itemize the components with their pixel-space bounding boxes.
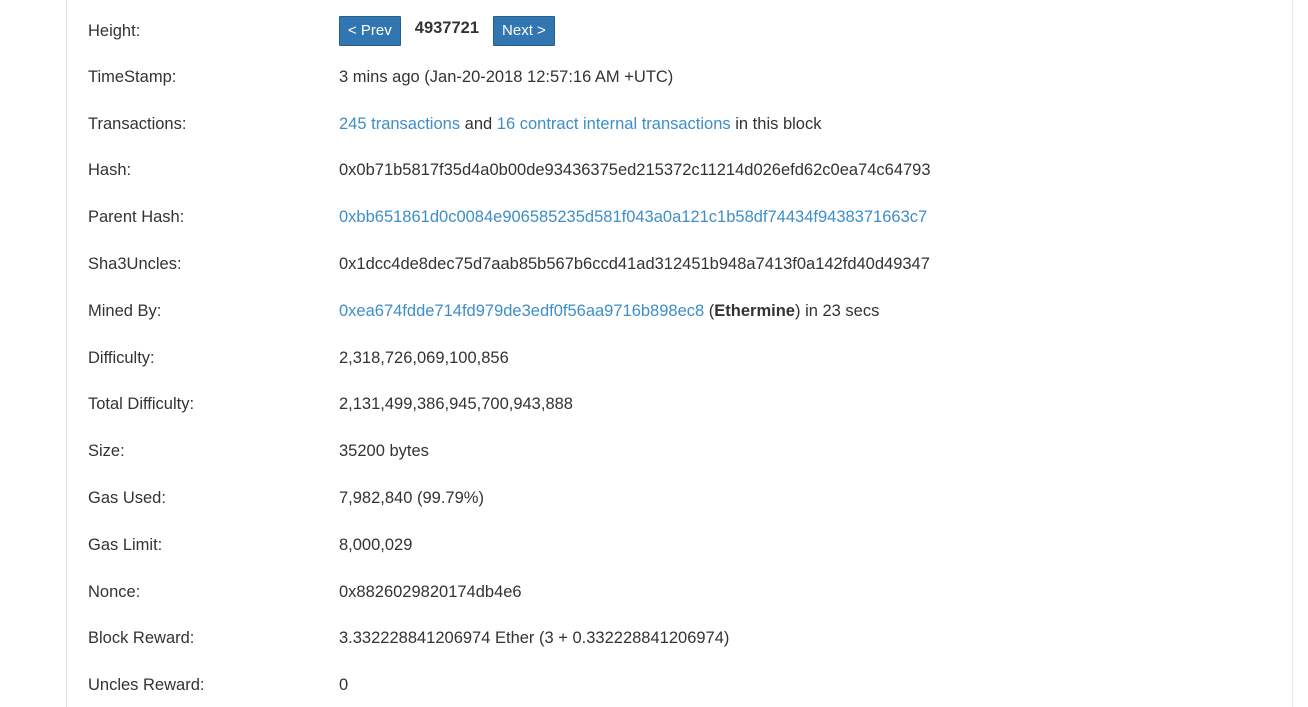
parent-hash-label: Parent Hash:	[88, 208, 185, 227]
nonce-value: 0x8826029820174db4e6	[339, 582, 522, 601]
size-label: Size:	[88, 442, 125, 461]
uncles-reward-label: Uncles Reward:	[88, 676, 205, 695]
miner-name: Ethermine	[714, 301, 795, 320]
gas-limit-value: 8,000,029	[339, 535, 413, 554]
row-gas-limit: Gas Limit: 8,000,029	[88, 522, 1278, 569]
internal-transactions-link[interactable]: 16 contract internal transactions	[497, 115, 731, 133]
hash-value: 0x0b71b5817f35d4a0b00de93436375ed215372c…	[339, 161, 931, 180]
sha3uncles-value: 0x1dcc4de8dec75d7aab85b567b6ccd41ad31245…	[339, 255, 930, 274]
next-block-button[interactable]: Next >	[493, 16, 555, 46]
mined-by-label: Mined By:	[88, 301, 162, 320]
transactions-label: Transactions:	[88, 114, 187, 133]
block-height-number: 4937721	[414, 18, 480, 37]
row-height: Height: < Prev 4937721 Next >	[88, 8, 1278, 54]
row-hash: Hash: 0x0b71b5817f35d4a0b00de93436375ed2…	[88, 148, 1278, 195]
transactions-suffix: in this block	[730, 114, 822, 133]
gas-limit-label: Gas Limit:	[88, 535, 163, 554]
row-uncles-reward: Uncles Reward: 0	[88, 662, 1278, 707]
row-gas-used: Gas Used: 7,982,840 (99.79%)	[88, 475, 1278, 522]
total-difficulty-value: 2,131,499,386,945,700,943,888	[339, 395, 573, 414]
timestamp-value: 3 mins ago (Jan-20-2018 12:57:16 AM +UTC…	[339, 67, 674, 86]
miner-address-link[interactable]: 0xea674fdde714fd979de3edf0f56aa9716b898e…	[339, 302, 704, 320]
gas-used-value: 7,982,840 (99.79%)	[339, 489, 484, 508]
total-difficulty-label: Total Difficulty:	[88, 395, 195, 414]
block-reward-value: 3.332228841206974 Ether (3 + 0.332228841…	[339, 629, 730, 648]
row-difficulty: Difficulty: 2,318,726,069,100,856	[88, 335, 1278, 382]
mined-by-value: 0xea674fdde714fd979de3edf0f56aa9716b898e…	[339, 302, 879, 321]
left-border	[66, 0, 67, 707]
height-value-cell: < Prev 4937721 Next >	[339, 16, 555, 46]
timestamp-label: TimeStamp:	[88, 67, 177, 86]
block-details-table: Height: < Prev 4937721 Next > TimeStamp: 3…	[88, 8, 1278, 707]
transactions-and-text: and	[460, 114, 497, 133]
nonce-label: Nonce:	[88, 582, 141, 601]
right-border	[1292, 0, 1293, 707]
row-block-reward: Block Reward: 3.332228841206974 Ether (3…	[88, 616, 1278, 663]
difficulty-value: 2,318,726,069,100,856	[339, 348, 509, 367]
block-reward-label: Block Reward:	[88, 629, 195, 648]
row-total-difficulty: Total Difficulty: 2,131,499,386,945,700,…	[88, 382, 1278, 429]
difficulty-label: Difficulty:	[88, 348, 155, 367]
block-details-page: Height: < Prev 4937721 Next > TimeStamp: 3…	[0, 0, 1308, 707]
transactions-value: 245 transactions and 16 contract interna…	[339, 115, 821, 134]
row-parent-hash: Parent Hash: 0xbb651861d0c0084e906585235…	[88, 194, 1278, 241]
sha3uncles-label: Sha3Uncles:	[88, 255, 182, 274]
prev-block-button[interactable]: < Prev	[339, 16, 401, 46]
parent-hash-value-cell: 0xbb651861d0c0084e906585235d581f043a0a12…	[339, 208, 927, 227]
row-mined-by: Mined By: 0xea674fdde714fd979de3edf0f56a…	[88, 288, 1278, 335]
parent-hash-link[interactable]: 0xbb651861d0c0084e906585235d581f043a0a12…	[339, 208, 927, 226]
row-transactions: Transactions: 245 transactions and 16 co…	[88, 101, 1278, 148]
miner-open-paren: (	[704, 301, 715, 320]
uncles-reward-value: 0	[339, 676, 349, 695]
row-nonce: Nonce: 0x8826029820174db4e6	[88, 569, 1278, 616]
hash-label: Hash:	[88, 161, 132, 180]
mined-by-suffix: ) in 23 secs	[794, 301, 880, 320]
transactions-link[interactable]: 245 transactions	[339, 115, 460, 133]
gas-used-label: Gas Used:	[88, 489, 166, 508]
height-label: Height:	[88, 21, 141, 40]
row-sha3uncles: Sha3Uncles: 0x1dcc4de8dec75d7aab85b567b6…	[88, 241, 1278, 288]
size-value: 35200 bytes	[339, 442, 429, 461]
row-timestamp: TimeStamp: 3 mins ago (Jan-20-2018 12:57…	[88, 54, 1278, 101]
row-size: Size: 35200 bytes	[88, 428, 1278, 475]
